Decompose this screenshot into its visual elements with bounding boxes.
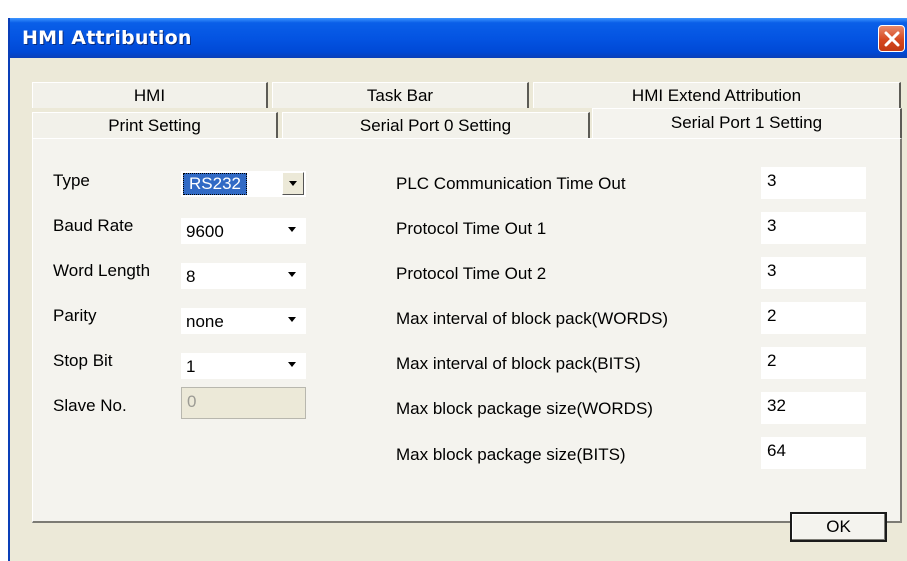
word-length-select[interactable]: 8 [181, 263, 306, 289]
plc-timeout-value: 3 [767, 171, 777, 190]
tab-label: Task Bar [366, 86, 434, 105]
tab-row-front: Print Setting Serial Port 0 Setting Seri… [32, 108, 902, 138]
max-package-words-label: Max block package size(WORDS) [396, 399, 653, 418]
tab-label: HMI [133, 86, 166, 105]
max-interval-bits-input[interactable]: 2 [761, 347, 866, 379]
type-value: RS232 [183, 173, 247, 195]
tab-label: HMI Extend Attribution [631, 86, 802, 105]
tab-serial-port-0-setting[interactable]: Serial Port 0 Setting [282, 112, 590, 138]
baud-rate-label: Baud Rate [53, 216, 134, 235]
max-interval-bits-label: Max interval of block pack(BITS) [396, 354, 641, 373]
protocol-timeout-1-value: 3 [767, 216, 777, 235]
stop-bit-select[interactable]: 1 [181, 353, 306, 379]
chevron-down-icon[interactable] [282, 172, 304, 195]
stop-bit-label: Stop Bit [53, 351, 113, 370]
tab-label: Serial Port 0 Setting [359, 116, 512, 135]
dialog-window: HMI Attribution HMI Task Bar HMI Extend … [8, 18, 907, 561]
type-label: Type [53, 171, 90, 190]
plc-timeout-input[interactable]: 3 [761, 167, 866, 199]
tab-label: Serial Port 1 Setting [670, 113, 823, 132]
tab-serial-port-1-setting[interactable]: Serial Port 1 Setting [592, 108, 902, 138]
tab-print-setting[interactable]: Print Setting [32, 112, 278, 138]
title-bar[interactable]: HMI Attribution [10, 18, 907, 58]
max-package-bits-input[interactable]: 64 [761, 437, 866, 469]
close-button[interactable] [878, 25, 905, 52]
parity-value: none [186, 312, 224, 331]
tab-hmi[interactable]: HMI [32, 82, 268, 108]
chevron-down-icon[interactable] [282, 354, 304, 377]
word-length-label: Word Length [53, 261, 151, 280]
max-package-words-input[interactable]: 32 [761, 392, 866, 424]
baud-rate-value: 9600 [186, 222, 224, 241]
tab-task-bar[interactable]: Task Bar [272, 82, 529, 108]
protocol-timeout-1-label: Protocol Time Out 1 [396, 219, 547, 238]
tab-row-back: HMI Task Bar HMI Extend Attribution [32, 82, 902, 108]
chevron-down-icon[interactable] [282, 264, 304, 287]
max-package-bits-value: 64 [767, 441, 786, 460]
protocol-timeout-2-label: Protocol Time Out 2 [396, 264, 547, 283]
chevron-down-icon[interactable] [282, 309, 304, 332]
protocol-timeout-2-value: 3 [767, 261, 777, 280]
baud-rate-select[interactable]: 9600 [181, 218, 306, 244]
word-length-value: 8 [186, 267, 196, 286]
chevron-down-icon[interactable] [282, 219, 304, 242]
protocol-timeout-1-input[interactable]: 3 [761, 212, 866, 244]
max-package-words-value: 32 [767, 396, 786, 415]
max-interval-words-label: Max interval of block pack(WORDS) [396, 309, 669, 328]
slave-no-input: 0 [181, 387, 306, 419]
slave-no-value: 0 [187, 392, 197, 411]
ok-button[interactable]: OK [790, 512, 887, 542]
tab-label: Print Setting [108, 116, 201, 135]
tab-panel: Type RS232 Baud Rate 9600 Word Length 8 … [32, 138, 902, 523]
parity-label: Parity [53, 306, 97, 325]
max-package-bits-label: Max block package size(BITS) [396, 445, 626, 464]
plc-timeout-label: PLC Communication Time Out [396, 174, 626, 193]
stop-bit-value: 1 [186, 357, 196, 376]
tab-hmi-extend-attribution[interactable]: HMI Extend Attribution [533, 82, 901, 108]
max-interval-words-input[interactable]: 2 [761, 302, 866, 334]
type-select[interactable]: RS232 [181, 171, 306, 197]
slave-no-label: Slave No. [53, 396, 127, 415]
window-title: HMI Attribution [22, 27, 192, 49]
parity-select[interactable]: none [181, 308, 306, 334]
close-x-icon [884, 31, 900, 47]
protocol-timeout-2-input[interactable]: 3 [761, 257, 866, 289]
max-interval-bits-value: 2 [767, 351, 777, 370]
max-interval-words-value: 2 [767, 306, 777, 325]
